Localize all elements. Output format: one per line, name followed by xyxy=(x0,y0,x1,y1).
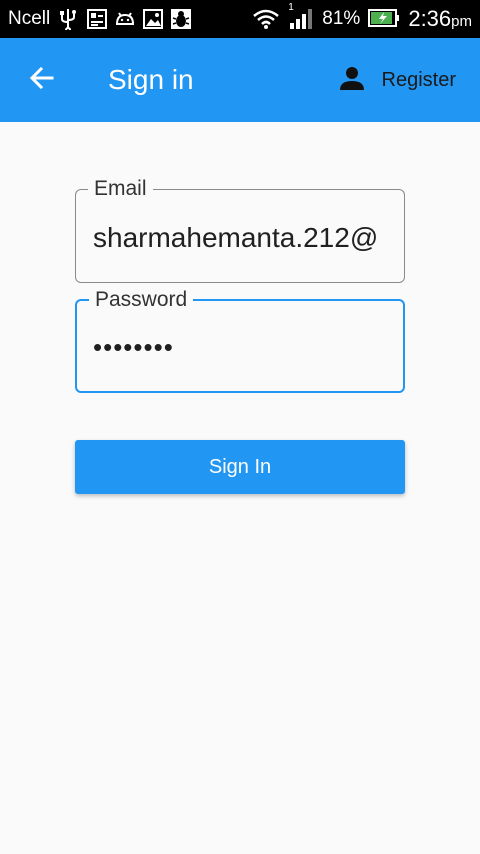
battery-charging-icon xyxy=(368,8,400,30)
person-icon xyxy=(338,64,366,97)
clock: 2:36pm xyxy=(408,6,472,32)
carrier-name: Ncell xyxy=(8,8,51,29)
usb-icon xyxy=(58,8,80,33)
register-label: Register xyxy=(381,68,456,91)
signal-icon: 1 xyxy=(288,2,314,30)
bug-icon xyxy=(170,8,192,30)
android-icon xyxy=(114,8,136,30)
status-bar: Ncell 1 81% 2:36pm xyxy=(0,0,480,38)
arrow-back-icon xyxy=(28,64,56,97)
clock-suffix: pm xyxy=(451,13,472,30)
image-icon xyxy=(142,8,164,30)
page-title: Sign in xyxy=(108,64,194,95)
back-button[interactable] xyxy=(22,60,62,100)
sign-in-button[interactable]: Sign In xyxy=(75,440,405,494)
email-input[interactable]: sharmahemanta.212@ xyxy=(93,220,388,256)
status-bar-left: Ncell xyxy=(8,0,192,38)
screenshot-icon xyxy=(86,8,108,30)
status-bar-right: 1 81% 2:36pm xyxy=(252,0,472,38)
battery-percent: 81% xyxy=(322,8,361,29)
email-label: Email xyxy=(88,176,153,202)
password-label: Password xyxy=(89,287,194,313)
signal-sim-number: 1 xyxy=(288,2,294,13)
password-input[interactable]: •••••••• xyxy=(93,329,387,365)
app-bar: Sign in Register xyxy=(0,38,480,122)
register-button[interactable]: Register xyxy=(328,56,466,104)
password-field[interactable]: Password •••••••• xyxy=(75,287,405,393)
clock-time: 2:36 xyxy=(408,6,452,31)
wifi-icon xyxy=(252,8,280,30)
email-field[interactable]: Email sharmahemanta.212@ xyxy=(75,176,405,283)
